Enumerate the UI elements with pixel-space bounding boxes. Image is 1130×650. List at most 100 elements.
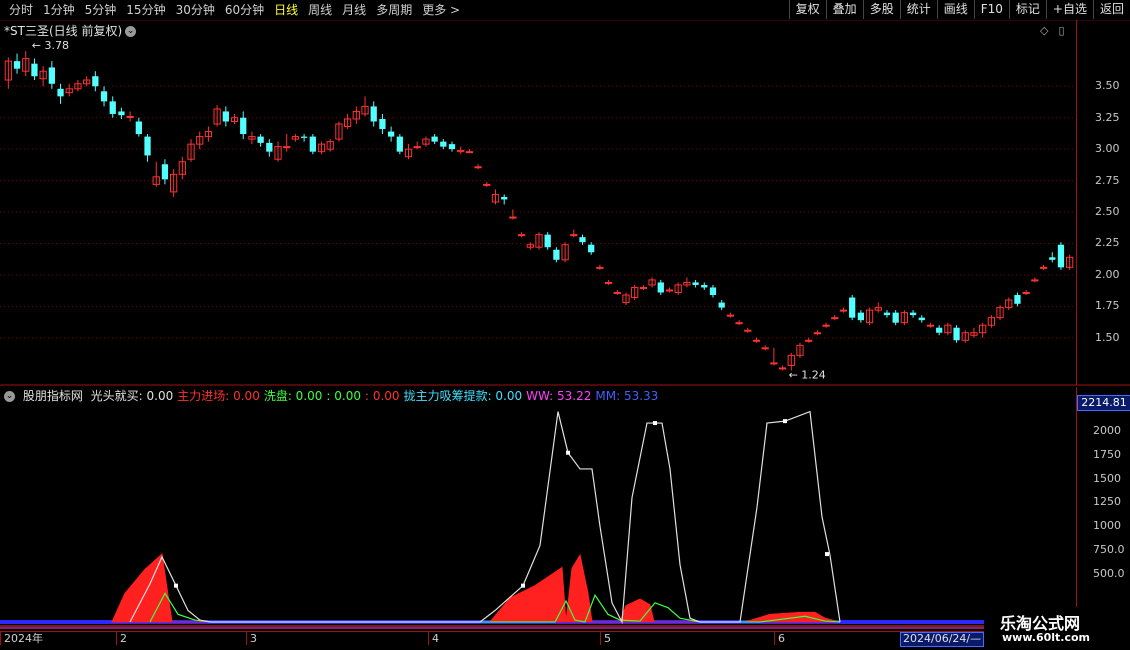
candle-body <box>13 61 21 69</box>
candle-body <box>665 289 674 292</box>
period-tab-6[interactable]: 日线 <box>269 2 303 18</box>
candle-body <box>222 111 229 122</box>
candle-body <box>544 234 551 248</box>
candle-body <box>517 234 526 237</box>
period-tabs: 分时 1分钟 5分钟 15分钟 30分钟 60分钟 日线 周线 月线 多周期 更多 > <box>4 2 465 18</box>
date-label-3: 4 <box>428 632 439 645</box>
period-tab-7[interactable]: 周线 <box>303 2 337 18</box>
date-label-4: 5 <box>600 632 611 645</box>
candle-body <box>936 327 943 333</box>
toolbar-button-3[interactable]: 统计 <box>899 0 937 19</box>
indicator-name[interactable]: 股朋指标网 <box>23 389 83 403</box>
indicator-item-4: : 0.00 <box>364 389 400 403</box>
indicator-menu-icon[interactable]: ⌄ <box>4 391 15 402</box>
period-tab-10[interactable]: 更多 > <box>417 2 465 18</box>
period-tab-3[interactable]: 15分钟 <box>121 2 170 18</box>
candle-body <box>501 196 508 200</box>
series-0-marker <box>825 552 829 557</box>
indicator-item-6: WW: 53.22 <box>526 389 592 403</box>
toolbar-button-2[interactable]: 多股 <box>862 0 900 19</box>
indicator-tick-3: 1250 <box>1093 495 1121 509</box>
candle-body <box>701 284 708 288</box>
period-tab-2[interactable]: 5分钟 <box>80 2 122 18</box>
scrollbar-icon[interactable]: ▯ <box>1058 24 1064 37</box>
candle-body <box>849 297 856 318</box>
toolbar-button-7[interactable]: +自选 <box>1045 0 1093 19</box>
indicator-item-1: 主力进场: 0.00 <box>177 389 260 403</box>
toolbar-button-4[interactable]: 画线 <box>936 0 974 19</box>
current-date-label: 2024/06/24/— <box>900 632 985 647</box>
candle-body <box>370 106 377 122</box>
candle-body <box>300 136 308 138</box>
candle-body <box>857 312 865 321</box>
indicator-tick-0: 2000 <box>1093 423 1121 437</box>
candle-body <box>1014 295 1021 304</box>
series-0-marker <box>174 583 178 588</box>
price-tick-7: 1.75 <box>1095 299 1120 313</box>
candle-body <box>431 136 438 142</box>
indicator-tick-6: 500.0 <box>1093 567 1125 581</box>
candle-body <box>613 292 621 294</box>
toolbar-button-6[interactable]: 标记 <box>1008 0 1046 19</box>
candle-body <box>1022 292 1030 294</box>
candle-body <box>831 317 839 320</box>
price-tick-1: 3.25 <box>1095 110 1120 124</box>
candle-body <box>813 332 822 335</box>
period-tab-0[interactable]: 分时 <box>4 2 38 18</box>
indicator-tick-4: 1000 <box>1093 519 1121 533</box>
indicator-max-label: 2214.81 <box>1077 395 1130 411</box>
candle-body <box>118 111 125 116</box>
candle-body <box>909 312 917 316</box>
candle-body <box>692 282 699 285</box>
toolbar-button-5[interactable]: F10 <box>973 0 1009 19</box>
candle-body <box>135 121 142 135</box>
candle-body <box>100 91 108 102</box>
diamond-icon[interactable]: ◇ <box>1040 24 1048 37</box>
price-tick-3: 2.75 <box>1095 173 1120 187</box>
period-tab-1[interactable]: 1分钟 <box>38 2 80 18</box>
chevron-down-icon[interactable]: ⌄ <box>125 26 137 37</box>
stock-title-text: *ST三圣(日线 前复权) <box>4 24 123 38</box>
candle-body <box>570 234 578 237</box>
candle-body <box>48 67 55 84</box>
toolbar-button-1[interactable]: 叠加 <box>825 0 863 19</box>
toolbar-button-8[interactable]: 返回 <box>1092 0 1130 19</box>
candle-body <box>57 88 64 97</box>
candle-body <box>553 249 560 260</box>
candle-body <box>883 312 891 316</box>
period-tab-4[interactable]: 30分钟 <box>171 2 220 18</box>
price-tick-6: 2.00 <box>1095 267 1120 281</box>
period-tab-5[interactable]: 60分钟 <box>220 2 269 18</box>
indicator-tick-5: 750.0 <box>1093 543 1125 557</box>
candle-body <box>604 281 613 284</box>
low-price-label: ← 1.24 <box>789 368 826 381</box>
main-chart-canvas[interactable]: ← 3.78 ← 1.24 <box>0 0 1130 650</box>
indicator-item-2: 洗盘: 0.00 <box>263 389 323 403</box>
toolbar-button-0[interactable]: 复权 <box>788 0 826 19</box>
candle-body <box>839 309 848 312</box>
indicator-axis: 2214.81 2000 1750 1500 1250 1000 750.0 500.0 <box>1076 387 1130 632</box>
indicator-item-3: : 0.00 <box>326 389 361 403</box>
candle-body <box>892 312 899 323</box>
candle-body <box>596 266 604 269</box>
indicator-item-5: 拢主力吸筹提款: 0.00 <box>403 389 523 403</box>
stock-title[interactable]: *ST三圣(日线 前复权) ⌄ <box>4 22 137 39</box>
date-label-2: 3 <box>246 632 257 645</box>
top-toolbar: 分时 1分钟 5分钟 15分钟 30分钟 60分钟 日线 周线 月线 多周期 更多 > 复权 叠加 多股… <box>0 0 1130 21</box>
candle-body <box>161 164 169 180</box>
candle-body <box>1049 257 1056 260</box>
candle-body <box>465 151 474 154</box>
candle-body <box>953 327 960 341</box>
candle-body <box>144 136 151 156</box>
candle-body <box>1057 244 1065 268</box>
period-tab-9[interactable]: 多周期 <box>371 2 417 18</box>
candle-body <box>744 329 752 332</box>
candle-body <box>92 76 99 87</box>
candle-body <box>752 339 761 342</box>
candle-body <box>309 136 316 152</box>
period-tab-8[interactable]: 月线 <box>337 2 371 18</box>
candle-body <box>761 347 769 350</box>
date-label-1: 2 <box>116 632 127 645</box>
candle-body <box>413 146 421 149</box>
price-tick-5: 2.25 <box>1095 236 1120 250</box>
